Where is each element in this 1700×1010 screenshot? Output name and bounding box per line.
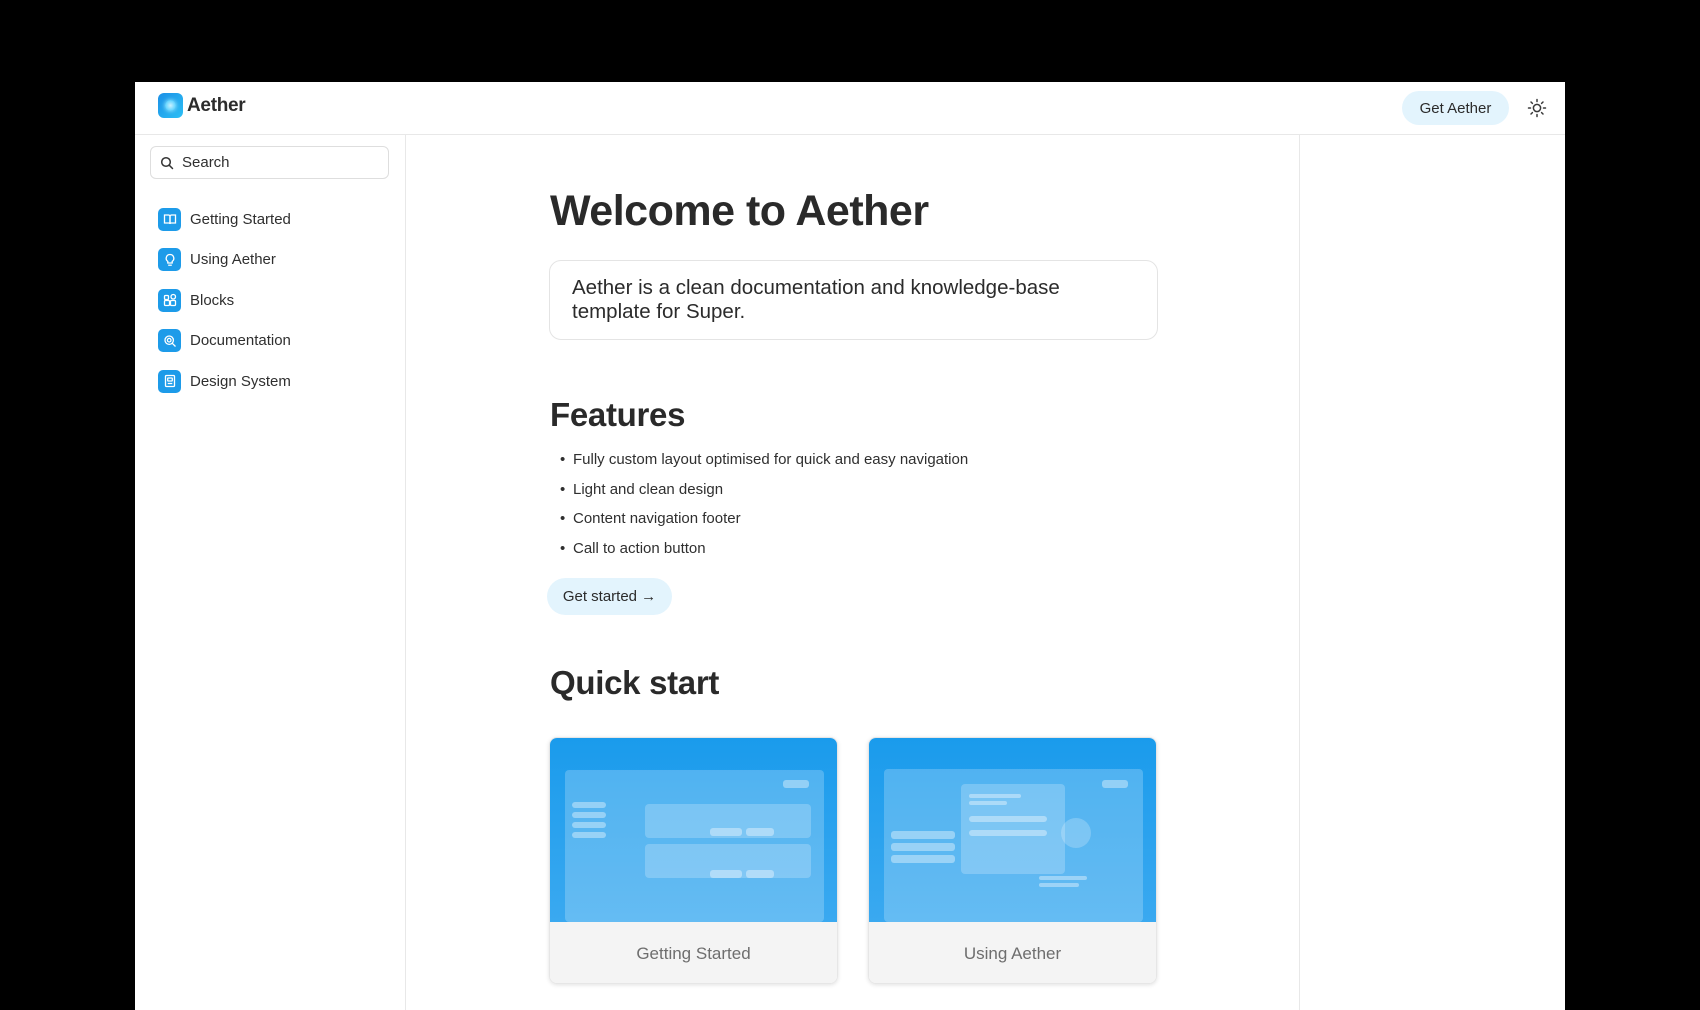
sidebar-item-label: Getting Started xyxy=(190,210,291,228)
card-preview-image xyxy=(869,738,1156,922)
sidebar-item-blocks[interactable]: Blocks xyxy=(158,280,291,321)
logo[interactable]: Aether xyxy=(158,93,246,118)
design-doc-icon xyxy=(158,369,181,393)
intro-callout: Aether is a clean documentation and know… xyxy=(549,260,1158,340)
top-bar: Aether Get Aether xyxy=(135,82,1565,135)
sidebar-item-label: Documentation xyxy=(190,332,291,350)
get-started-button[interactable]: Get started → xyxy=(547,578,672,615)
features-list: Fully custom layout optimised for quick … xyxy=(560,451,968,569)
search-doc-icon xyxy=(158,329,181,353)
list-item: Fully custom layout optimised for quick … xyxy=(560,451,968,481)
card-label: Getting Started xyxy=(550,922,837,983)
list-item: Call to action button xyxy=(560,540,968,570)
get-aether-button[interactable]: Get Aether xyxy=(1402,91,1509,125)
sidebar-item-documentation[interactable]: Documentation xyxy=(158,321,291,362)
list-item: Light and clean design xyxy=(560,481,968,511)
blocks-icon xyxy=(158,288,181,312)
card-preview-image xyxy=(550,738,837,922)
card-label: Using Aether xyxy=(869,922,1156,983)
sun-icon[interactable] xyxy=(1525,96,1549,120)
sidebar-item-label: Design System xyxy=(190,372,291,390)
quick-start-card-getting-started[interactable]: Getting Started xyxy=(549,737,838,984)
search-box[interactable] xyxy=(150,146,389,179)
quick-start-card-using-aether[interactable]: Using Aether xyxy=(868,737,1157,984)
sidebar-item-getting-started[interactable]: Getting Started xyxy=(158,199,291,240)
sidebar-item-label: Using Aether xyxy=(190,251,276,269)
quick-start-heading: Quick start xyxy=(550,664,720,701)
page-title: Welcome to Aether xyxy=(550,187,929,235)
lightbulb-icon xyxy=(158,248,181,272)
list-item: Content navigation footer xyxy=(560,510,968,540)
search-icon xyxy=(160,156,174,169)
search-input[interactable] xyxy=(182,154,382,171)
app-window: Aether Get Aether Gett xyxy=(135,82,1565,1010)
book-icon xyxy=(158,207,181,231)
right-panel-divider xyxy=(1299,135,1300,1010)
sidebar-item-using-aether[interactable]: Using Aether xyxy=(158,240,291,281)
features-heading: Features xyxy=(550,396,686,433)
logo-text: Aether xyxy=(187,94,246,116)
sidebar: Getting Started Using Aether Blocks Docu… xyxy=(135,135,406,1010)
aether-logo-icon xyxy=(158,93,183,118)
sidebar-nav: Getting Started Using Aether Blocks Docu… xyxy=(158,199,291,402)
sidebar-item-label: Blocks xyxy=(190,291,235,309)
sidebar-item-design-system[interactable]: Design System xyxy=(158,361,291,402)
main-content: Welcome to Aether Aether is a clean docu… xyxy=(407,135,1299,1010)
